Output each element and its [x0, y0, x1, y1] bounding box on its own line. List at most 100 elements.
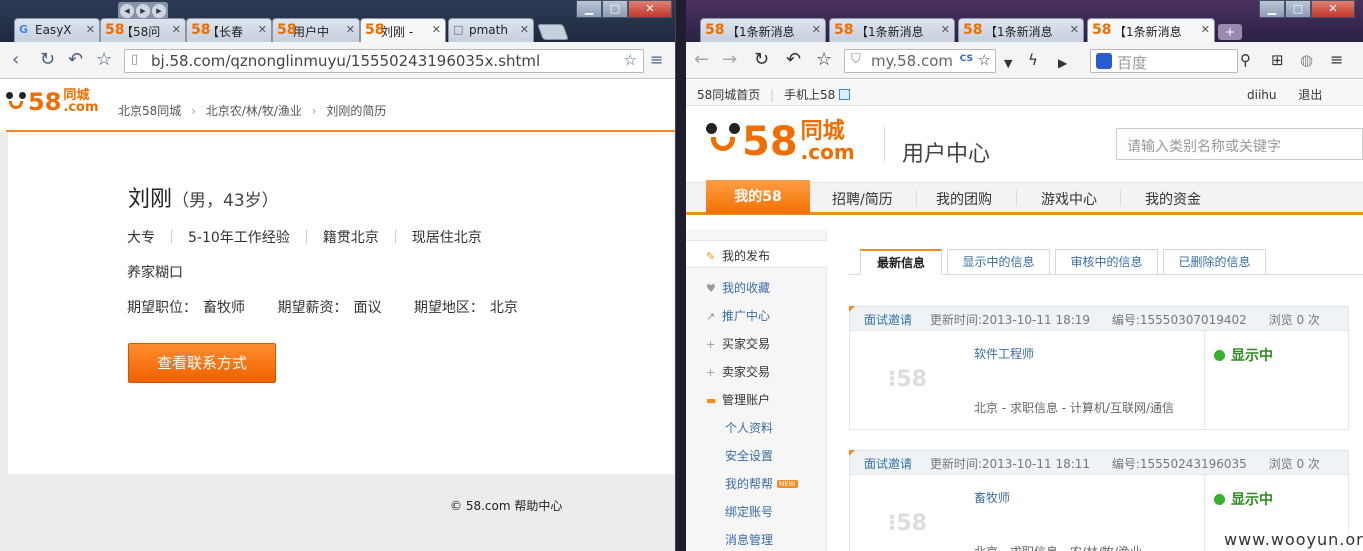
- sidebar-item-seller[interactable]: + 卖家交易: [706, 363, 770, 380]
- help-center-link[interactable]: 帮助中心: [514, 499, 562, 513]
- breadcrumb-category[interactable]: 北京农/林/牧/渔业: [206, 104, 302, 118]
- reload-icon[interactable]: ↻: [40, 50, 55, 70]
- view-contact-button[interactable]: 查看联系方式: [128, 343, 276, 383]
- sidebar-item-my-posts[interactable]: ✎ 我的发布: [706, 247, 770, 264]
- tab-liugang-active[interactable]: 58 刘刚 - ✕: [360, 18, 446, 42]
- close-tab-icon[interactable]: ✕: [432, 23, 441, 36]
- close-tab-icon[interactable]: ✕: [258, 23, 267, 36]
- sidebar-item-favorites[interactable]: ♥ 我的收藏: [706, 279, 770, 296]
- reload-icon[interactable]: ↻: [754, 50, 769, 70]
- menu-icon[interactable]: ≡: [1330, 50, 1343, 70]
- extensions-icon[interactable]: ⊞: [1271, 50, 1284, 70]
- username[interactable]: diihu: [1247, 88, 1277, 102]
- play-icon[interactable]: ▶: [1058, 53, 1067, 73]
- bookmark-star-icon[interactable]: ☆: [96, 50, 112, 70]
- bookmark-star-icon[interactable]: ☆: [816, 50, 832, 70]
- 58-logo[interactable]: 58 同城 .com: [6, 89, 99, 114]
- document-icon: □: [453, 23, 464, 36]
- close-tab-icon[interactable]: ✕: [1201, 23, 1210, 36]
- nav-my58[interactable]: 我的58: [706, 180, 810, 214]
- close-tab-icon[interactable]: ✕: [1070, 23, 1079, 36]
- logout-link[interactable]: 退出: [1298, 88, 1322, 102]
- post-title-link[interactable]: 畜牧师: [974, 489, 1010, 506]
- star-icon[interactable]: ☆: [624, 51, 637, 69]
- interview-invite-link[interactable]: 面试邀请: [864, 457, 912, 471]
- star-icon[interactable]: ☆: [978, 51, 991, 69]
- breadcrumb-beijing-58[interactable]: 北京58同城: [118, 104, 181, 118]
- close-tab-icon[interactable]: ✕: [86, 23, 95, 36]
- search-icon[interactable]: ⚲: [1240, 50, 1251, 70]
- new-tab-button[interactable]: [537, 24, 569, 40]
- 58-logo[interactable]: 58 同城 .com: [706, 121, 855, 162]
- address-bar[interactable]: ⛉ my.58.com CS ☆: [844, 49, 996, 73]
- mascot-icon: [6, 92, 28, 112]
- left-toolbar: ‹ ↻ ↶ ☆ ▯ bj.58.com/qznonglinmuyu/155502…: [0, 42, 675, 79]
- sidebar-item-messages[interactable]: 消息管理: [725, 531, 773, 548]
- undo-icon[interactable]: ↶: [68, 50, 83, 70]
- 58-favicon: 58: [834, 22, 854, 38]
- play-icon[interactable]: ▶: [136, 4, 150, 18]
- tab-easyx[interactable]: G EasyX ✕: [14, 18, 100, 42]
- tab-reviewing[interactable]: 审核中的信息: [1055, 249, 1158, 275]
- left-browser-window: ◀ ▶ ▶ ▁ □ ✕ G EasyX ✕ 58 【58问 ✕ 58 【长春 ✕ 58 用户中…: [0, 0, 676, 551]
- nav-group-buy[interactable]: 我的团购: [936, 189, 992, 209]
- tab-message-c[interactable]: 58 【1条新消息 ✕: [958, 18, 1084, 42]
- status-badge: 显示中: [1214, 489, 1273, 509]
- back-icon[interactable]: ‹: [12, 50, 19, 70]
- close-window-button[interactable]: ✕: [1311, 0, 1355, 18]
- forward-icon[interactable]: →: [722, 50, 737, 70]
- home-link[interactable]: 58同城首页: [697, 88, 760, 102]
- site-search-input[interactable]: 请输入类别名称或关键字: [1116, 128, 1363, 160]
- nav-games[interactable]: 游戏中心: [1041, 189, 1097, 209]
- maximize-button[interactable]: □: [602, 0, 628, 18]
- sidebar-item-security[interactable]: 安全设置: [725, 447, 773, 464]
- mobile-link[interactable]: 手机上58: [784, 88, 835, 102]
- address-bar[interactable]: ▯ bj.58.com/qznonglinmuyu/15550243196035…: [124, 49, 644, 73]
- tab-58-b[interactable]: 58 【长春 ✕: [186, 18, 272, 42]
- post-header: 面试邀请 更新时间:2013-10-11 18:19 编号:1555030701…: [850, 307, 1348, 331]
- sidebar-item-buyer[interactable]: + 买家交易: [706, 335, 770, 352]
- post-card-1: 面试邀请 更新时间:2013-10-11 18:19 编号:1555030701…: [849, 306, 1349, 430]
- minimize-button[interactable]: ▁: [1259, 0, 1285, 18]
- tab-message-active[interactable]: 58 【1条新消息 ✕: [1087, 18, 1215, 42]
- nav-recruit[interactable]: 招聘/简历: [832, 189, 893, 209]
- tab-58-a[interactable]: 58 【58问 ✕: [100, 18, 186, 42]
- sidebar-item-account[interactable]: ▬ 管理账户: [706, 391, 770, 408]
- interview-invite-link[interactable]: 面试邀请: [864, 313, 912, 327]
- next-icon[interactable]: ▶: [152, 4, 166, 18]
- status-dot-icon: [1214, 350, 1225, 361]
- tab-latest[interactable]: 最新信息: [860, 249, 942, 275]
- lightning-icon[interactable]: ϟ: [1028, 50, 1038, 70]
- undo-icon[interactable]: ↶: [786, 50, 801, 70]
- minimize-button[interactable]: ▁: [576, 0, 602, 18]
- sidebar-item-promotion[interactable]: ↗ 推广中心: [706, 307, 770, 324]
- previous-icon[interactable]: ◀: [120, 4, 134, 18]
- sidebar-item-bangbang[interactable]: 我的帮帮 NEW: [725, 475, 798, 492]
- close-tab-icon[interactable]: ✕: [172, 23, 181, 36]
- post-title-link[interactable]: 软件工程师: [974, 345, 1034, 362]
- placeholder-58-icon: ⁝58: [888, 367, 927, 392]
- tab-58-c[interactable]: 58 用户中 ✕: [272, 18, 360, 42]
- search-engine-box[interactable]: 🐾 百度: [1090, 49, 1238, 73]
- tab-message-a[interactable]: 58 【1条新消息 ✕: [700, 18, 826, 42]
- sidebar-item-profile[interactable]: 个人资料: [725, 419, 773, 436]
- close-tab-icon[interactable]: ✕: [941, 23, 950, 36]
- close-window-button[interactable]: ✕: [628, 0, 672, 18]
- menu-icon[interactable]: ≡: [650, 50, 663, 70]
- tab-showing[interactable]: 显示中的信息: [947, 249, 1050, 275]
- dropdown-icon[interactable]: ▼: [1004, 54, 1012, 74]
- tab-message-b[interactable]: 58 【1条新消息 ✕: [829, 18, 955, 42]
- close-tab-icon[interactable]: ✕: [520, 23, 529, 36]
- post-category: 北京 - 求职信息 - 农/林/牧/渔业: [974, 543, 1142, 551]
- close-tab-icon[interactable]: ✕: [346, 23, 355, 36]
- back-icon[interactable]: ←: [694, 50, 709, 70]
- globe-icon[interactable]: ◍: [1300, 50, 1313, 70]
- tab-deleted[interactable]: 已删除的信息: [1163, 249, 1266, 275]
- sidebar-item-bind[interactable]: 绑定账号: [725, 503, 773, 520]
- new-tab-button[interactable]: +: [1218, 24, 1242, 40]
- resume-name: 刘刚（男，43岁）: [128, 187, 279, 212]
- nav-funds[interactable]: 我的资金: [1145, 189, 1201, 209]
- tab-pmath[interactable]: □ pmath ✕: [448, 18, 534, 42]
- close-tab-icon[interactable]: ✕: [812, 23, 821, 36]
- maximize-button[interactable]: □: [1285, 0, 1311, 18]
